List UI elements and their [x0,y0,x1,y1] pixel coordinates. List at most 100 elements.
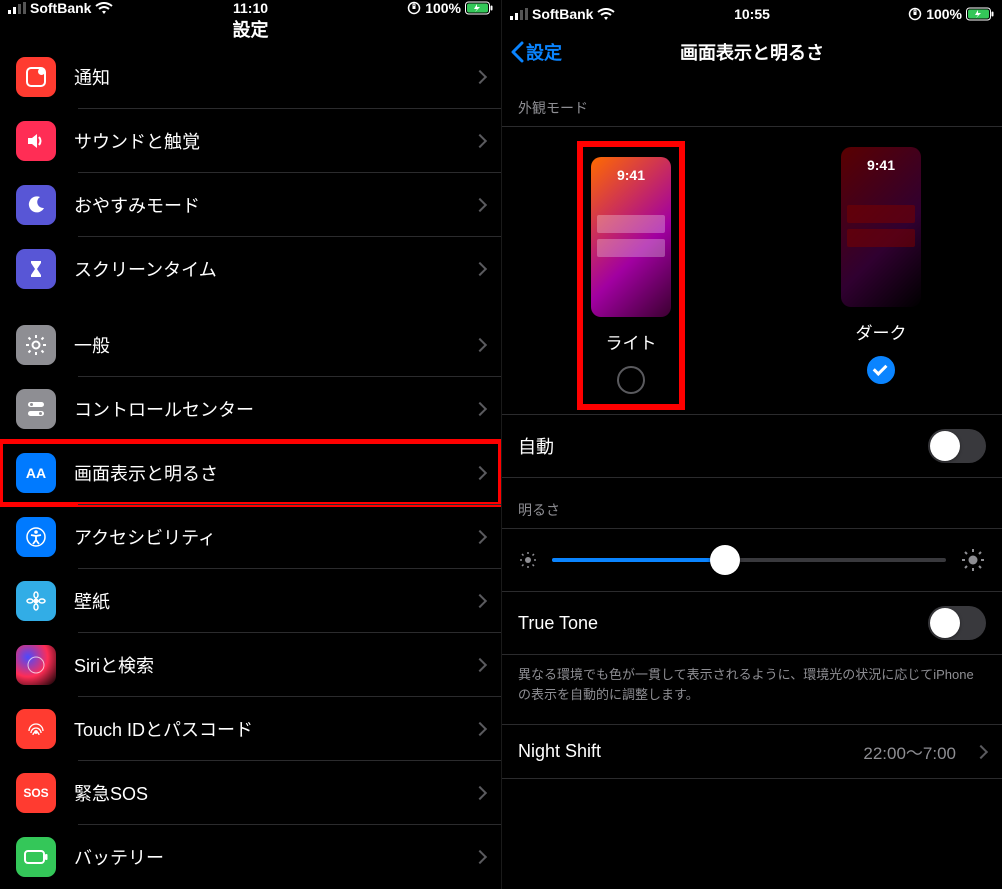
row-general[interactable]: 一般 [0,313,501,377]
auto-row: 自動 [502,414,1002,477]
back-label: 設定 [526,39,562,65]
signal-icon [8,2,26,14]
page-title: 画面表示と明るさ [680,39,824,65]
chevron-right-icon [473,338,487,352]
nightshift-value: 22:00〜7:00 [863,739,956,764]
brightness-header: 明るさ [502,478,1002,528]
accessibility-icon [16,517,56,557]
row-label: おやすみモード [74,192,475,218]
slider-thumb[interactable] [710,545,740,575]
auto-toggle[interactable] [928,429,986,463]
chevron-right-icon [473,530,487,544]
preview-time: 9:41 [841,157,921,173]
chevron-right-icon [473,786,487,800]
chevron-right-icon [473,70,487,84]
status-bar: SoftBank 10:55 100% [502,0,1002,28]
settings-group-2: 一般 コントロールセンター AA 画面表示と明るさ アクセシビリティ 壁紙 Si… [0,313,501,889]
hourglass-icon [16,249,56,289]
row-siri[interactable]: Siriと検索 [0,633,501,697]
text-size-icon: AA [16,453,56,493]
battery-icon [16,837,56,877]
brightness-slider[interactable] [552,558,946,562]
signal-icon [510,8,528,20]
battery-percent: 100% [425,0,461,16]
auto-label: 自動 [518,433,554,459]
row-accessibility[interactable]: アクセシビリティ [0,505,501,569]
row-control-center[interactable]: コントロールセンター [0,377,501,441]
chevron-left-icon [510,41,524,63]
phone-preview-dark: 9:41 [841,147,921,307]
truetone-note: 異なる環境でも色が一貫して表示されるように、環境光の状況に応じてiPhoneの表… [502,655,1002,724]
row-label: Siriと検索 [74,652,475,678]
row-label: アクセシビリティ [74,524,475,550]
sound-icon [16,121,56,161]
radio-dark[interactable] [867,356,895,384]
appearance-dark[interactable]: 9:41 ダーク [841,147,921,404]
battery-charging-icon [966,7,994,21]
dark-label: ダーク [856,319,907,344]
settings-group-1: 通知 サウンドと触覚 おやすみモード スクリーンタイム [0,45,501,301]
appearance-light[interactable]: 9:41 ライト [583,147,679,404]
sos-icon: SOS [16,773,56,813]
radio-light[interactable] [617,366,645,394]
chevron-right-icon [473,402,487,416]
chevron-right-icon [473,594,487,608]
page-title: 設定 [0,16,501,42]
carrier-label: SoftBank [532,6,593,22]
row-wallpaper[interactable]: 壁紙 [0,569,501,633]
toggles-icon [16,389,56,429]
carrier-label: SoftBank [30,0,91,16]
sun-large-icon [960,547,986,573]
battery-charging-icon [465,1,493,15]
row-label: Touch IDとパスコード [74,716,475,742]
light-label: ライト [606,329,657,354]
nightshift-row[interactable]: Night Shift 22:00〜7:00 [502,724,1002,779]
status-time: 11:10 [233,0,268,16]
row-label: コントロールセンター [74,396,475,422]
notifications-icon [16,57,56,97]
back-button[interactable]: 設定 [510,39,562,65]
chevron-right-icon [473,722,487,736]
orientation-lock-icon [407,1,421,15]
row-sounds[interactable]: サウンドと触覚 [0,109,501,173]
row-label: スクリーンタイム [74,256,475,282]
phone-preview-light: 9:41 [591,157,671,317]
row-notifications[interactable]: 通知 [0,45,501,109]
status-bar: SoftBank 11:10 100% [0,0,501,16]
appearance-selector: 9:41 ライト 9:41 ダーク [502,127,1002,414]
row-label: 一般 [74,332,475,358]
truetone-label: True Tone [518,613,598,634]
status-time: 10:55 [734,6,770,22]
brightness-row [502,528,1002,592]
chevron-right-icon [473,658,487,672]
chevron-right-icon [473,262,487,276]
moon-icon [16,185,56,225]
siri-icon [16,645,56,685]
chevron-right-icon [473,850,487,864]
chevron-right-icon [473,198,487,212]
row-sos[interactable]: SOS 緊急SOS [0,761,501,825]
row-label: 壁紙 [74,588,475,614]
truetone-toggle[interactable] [928,606,986,640]
row-label: 画面表示と明るさ [74,460,475,486]
preview-time: 9:41 [591,167,671,183]
row-label: バッテリー [74,844,475,870]
group-separator [0,301,501,313]
orientation-lock-icon [908,7,922,21]
gear-icon [16,325,56,365]
chevron-right-icon [473,466,487,480]
row-label: 通知 [74,64,475,90]
row-label: サウンドと触覚 [74,128,475,154]
truetone-row: True Tone [502,592,1002,655]
chevron-right-icon [974,744,988,758]
chevron-right-icon [473,134,487,148]
row-label: 緊急SOS [74,780,475,806]
row-do-not-disturb[interactable]: おやすみモード [0,173,501,237]
header: 設定 画面表示と明るさ [502,28,1002,76]
row-battery[interactable]: バッテリー [0,825,501,889]
fingerprint-icon [16,709,56,749]
row-screen-time[interactable]: スクリーンタイム [0,237,501,301]
row-display-brightness[interactable]: AA 画面表示と明るさ [0,441,501,505]
row-touchid[interactable]: Touch IDとパスコード [0,697,501,761]
battery-percent: 100% [926,6,962,22]
